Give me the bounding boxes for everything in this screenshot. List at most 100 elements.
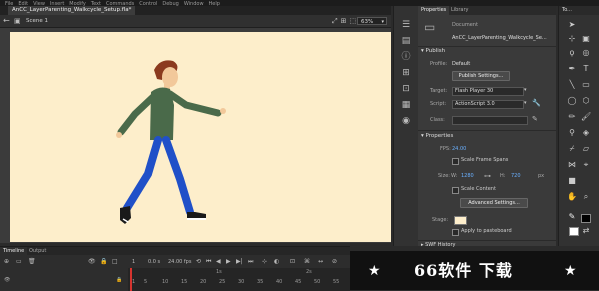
ruler-frame: 25 (219, 279, 226, 285)
pencil-tool-icon[interactable]: ✏ (567, 112, 577, 122)
size-label: Size: (438, 173, 450, 179)
current-frame[interactable]: 1 (132, 256, 135, 268)
script-select[interactable]: ActionScript 3.0 (452, 100, 524, 109)
delete-layer-icon[interactable]: 🗑 (28, 256, 36, 268)
document-tabs: AnCC_LayerParenting_Walkcycle_Setup.fla* (0, 6, 391, 15)
paint-bucket-icon[interactable]: ◈ (581, 128, 591, 138)
outline-layers-icon[interactable]: □ (112, 256, 118, 268)
back-arrow-icon[interactable]: ← (3, 16, 10, 26)
lasso-tool-icon[interactable]: ϙ (567, 48, 577, 58)
apply-to-pasteboard-checkbox[interactable] (452, 229, 459, 236)
step-forward-icon[interactable]: ▶| (236, 256, 243, 268)
color-panel-icon[interactable]: ◉ (400, 116, 412, 126)
w-value[interactable]: 1280 (461, 173, 474, 180)
properties-section-header[interactable]: ▾ Properties (421, 133, 453, 140)
last-frame-icon[interactable]: ⏭ (248, 256, 253, 268)
oval-tool-icon[interactable]: ◯ (567, 96, 577, 106)
text-tool-icon[interactable]: T (581, 64, 591, 74)
zoom-select[interactable]: 63% ▾ (357, 17, 387, 25)
selection-tool-icon[interactable]: ➤ (567, 20, 577, 30)
target-select[interactable]: Flash Player 30 (452, 87, 524, 96)
scale-content-checkbox[interactable] (452, 187, 459, 194)
scale-frame-spans-checkbox[interactable] (452, 158, 459, 165)
document-icon: ▭ (424, 20, 436, 34)
bone-tool-icon[interactable]: ⚲ (567, 128, 577, 138)
tween-icon[interactable]: ↔ (318, 256, 323, 268)
tools-header: To... (559, 6, 599, 15)
free-transform-icon[interactable]: ▣ (581, 34, 591, 44)
tab-output[interactable]: Output (26, 247, 49, 255)
swf-history-section-header[interactable]: ▸ SWF History (421, 242, 455, 249)
tab-timeline[interactable]: Timeline (0, 247, 28, 255)
eyedropper-tool-icon[interactable]: ⌿ (567, 144, 577, 154)
publish-section-header[interactable]: ▾ Publish (421, 48, 445, 55)
new-folder-icon[interactable]: ▭ (16, 256, 22, 268)
document-tab[interactable]: AnCC_LayerParenting_Walkcycle_Setup.fla* (8, 6, 136, 15)
stroke-color-swatch[interactable] (581, 214, 591, 223)
star-icon: ★ (368, 263, 381, 279)
ruler-second: 1s (216, 269, 222, 275)
zoom-timeline-icon[interactable]: ⊘ (332, 256, 337, 268)
info-panel-icon[interactable]: ⓘ (400, 52, 412, 62)
polystar-tool-icon[interactable]: ⬡ (581, 96, 591, 106)
class-input[interactable] (452, 116, 528, 125)
new-layer-icon[interactable]: ⊕ (4, 256, 9, 268)
properties-panel-icon[interactable]: ☰ (400, 20, 412, 30)
pencil-icon[interactable]: ✎ (532, 115, 538, 123)
edit-multiple-frames-icon[interactable]: ⊡ (290, 256, 295, 268)
subselection-tool-icon[interactable]: ⊹ (567, 34, 577, 44)
line-tool-icon[interactable]: ╲ (567, 80, 577, 90)
ruler-frame: 5 (144, 279, 148, 285)
first-frame-icon[interactable]: ⏮ (206, 256, 211, 268)
swap-colors-icon[interactable]: ⇄ (581, 226, 591, 236)
eraser-tool-icon[interactable]: ▱ (581, 144, 591, 154)
width-tool-icon[interactable]: ⋈ (567, 160, 577, 170)
ruler-frame: 35 (257, 279, 264, 285)
asset-warp-icon[interactable]: ⌖ (581, 160, 591, 170)
tab-library[interactable]: Library (448, 6, 471, 15)
3d-rotation-icon[interactable]: ◎ (581, 48, 591, 58)
character-back-arm (117, 93, 157, 136)
align-panel-icon[interactable]: ⊞ (400, 68, 412, 78)
stage-canvas[interactable] (10, 32, 391, 242)
star-icon: ★ (564, 263, 577, 279)
fps-display[interactable]: 24.00 fps (168, 256, 191, 268)
hand-tool-icon[interactable]: ✋ (567, 192, 577, 202)
pen-tool-icon[interactable]: ✒ (567, 64, 577, 74)
onion-skin-icon[interactable]: ◐ (274, 256, 279, 268)
advanced-settings-button[interactable]: Advanced Settings... (460, 198, 528, 208)
loop-icon[interactable]: ⟲ (196, 256, 201, 268)
fps-value[interactable]: 24.00 (452, 146, 466, 153)
transform-panel-icon[interactable]: ⊡ (400, 84, 412, 94)
swatches-panel-icon[interactable]: ▦ (400, 100, 412, 110)
frame-ruler[interactable]: 1s 2s 1 5 10 15 20 25 30 35 40 45 50 55 (128, 268, 350, 291)
ruler-frame: 45 (295, 279, 302, 285)
show-layers-icon[interactable]: 👁 (88, 256, 96, 268)
ruler-frame: 20 (200, 279, 207, 285)
stage-view-icons[interactable]: ⤢⊞⬚ (332, 17, 359, 25)
lock-layers-icon[interactable]: 🔒 (100, 256, 107, 268)
properties-tabs: Properties Library (418, 6, 556, 15)
fill-color-swatch[interactable] (569, 227, 579, 236)
library-panel-icon[interactable]: ▤ (400, 36, 412, 46)
play-icon[interactable]: ▶ (226, 256, 231, 268)
h-value[interactable]: 720 (511, 173, 521, 180)
wrench-icon[interactable]: 🔧 (532, 99, 541, 107)
publish-settings-button[interactable]: Publish Settings... (452, 71, 510, 81)
playhead[interactable] (130, 268, 132, 291)
stage-color-swatch[interactable] (454, 216, 467, 225)
rectangle-tool-icon[interactable]: ▭ (581, 80, 591, 90)
tab-properties[interactable]: Properties (418, 6, 450, 15)
link-icon[interactable]: ⊶ (484, 172, 491, 180)
step-back-icon[interactable]: ◀ (216, 256, 221, 268)
center-frame-icon[interactable]: ⊹ (262, 256, 267, 268)
stroke-color-icon[interactable]: ✎ (567, 212, 577, 222)
camera-tool-icon[interactable]: ■ (567, 176, 577, 186)
layer-visibility-icon[interactable]: 👁 (4, 277, 10, 283)
insert-keyframe-icon[interactable]: ⌘ (304, 256, 310, 268)
lock-icon[interactable]: 🔒 (116, 277, 122, 283)
timeline-panel: Timeline Output ⊕ ▭ 🗑 👁 🔒 □ 1 0.0 s 24.0… (0, 246, 350, 291)
brush-tool-icon[interactable]: 🖌 (581, 112, 591, 122)
zoom-tool-icon[interactable]: ⌕ (581, 192, 591, 202)
walking-character[interactable] (10, 32, 391, 242)
